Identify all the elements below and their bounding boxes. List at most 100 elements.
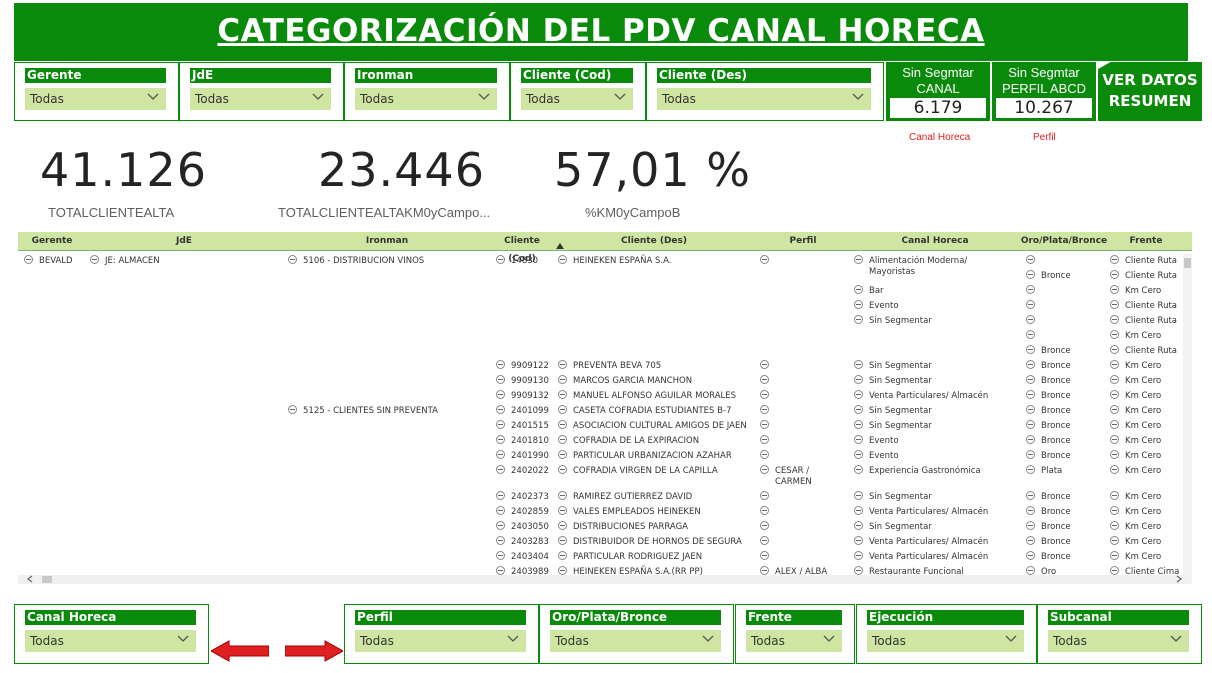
collapse-icon[interactable] bbox=[760, 450, 769, 459]
cell-perfil[interactable] bbox=[760, 506, 775, 518]
cell-ironman[interactable]: 5106 - DISTRIBUCION VINOS bbox=[288, 255, 424, 267]
cell-frente[interactable]: Km Cero bbox=[1110, 521, 1161, 533]
cell-canal-horeca[interactable]: Sin Segmentar bbox=[854, 360, 932, 372]
cell-oro-plata-bronce[interactable] bbox=[1026, 285, 1041, 297]
cell-cliente-des[interactable]: PREVENTA BEVA 705 bbox=[558, 360, 661, 372]
collapse-icon[interactable] bbox=[558, 566, 567, 575]
collapse-icon[interactable] bbox=[558, 551, 567, 560]
cell-oro-plata-bronce[interactable]: Bronce bbox=[1026, 405, 1071, 417]
collapse-icon[interactable] bbox=[760, 506, 769, 515]
collapse-icon[interactable] bbox=[854, 551, 863, 560]
slicer-dropdown[interactable]: Todas bbox=[867, 630, 1024, 652]
collapse-icon[interactable] bbox=[854, 255, 863, 264]
collapse-icon[interactable] bbox=[854, 465, 863, 474]
scroll-left-icon[interactable] bbox=[26, 575, 34, 583]
collapse-icon[interactable] bbox=[1026, 390, 1035, 399]
cell-canal-horeca[interactable]: Sin Segmentar bbox=[854, 491, 932, 503]
cell-oro-plata-bronce[interactable]: Bronce bbox=[1026, 450, 1071, 462]
cell-cliente-des[interactable]: MANUEL ALFONSO AGUILAR MORALES bbox=[558, 390, 736, 402]
cell-oro-plata-bronce[interactable]: Bronce bbox=[1026, 551, 1071, 563]
collapse-icon[interactable] bbox=[1110, 330, 1119, 339]
cell-oro-plata-bronce[interactable]: Bronce bbox=[1026, 270, 1071, 282]
collapse-icon[interactable] bbox=[496, 465, 505, 474]
collapse-icon[interactable] bbox=[558, 465, 567, 474]
cell-perfil[interactable] bbox=[760, 255, 775, 267]
collapse-icon[interactable] bbox=[496, 360, 505, 369]
cell-oro-plata-bronce[interactable] bbox=[1026, 330, 1041, 342]
cell-frente[interactable]: Cliente Ruta bbox=[1110, 315, 1177, 327]
cell-perfil[interactable] bbox=[760, 536, 775, 548]
collapse-icon[interactable] bbox=[854, 405, 863, 414]
cell-oro-plata-bronce[interactable]: Bronce bbox=[1026, 345, 1071, 357]
collapse-icon[interactable] bbox=[496, 435, 505, 444]
col-header-ironman[interactable]: Ironman bbox=[282, 232, 492, 250]
col-header-cliente-cod[interactable]: Cliente (Cod) bbox=[492, 232, 552, 264]
cell-canal-horeca[interactable]: Sin Segmentar bbox=[854, 521, 932, 533]
cell-perfil[interactable] bbox=[760, 420, 775, 432]
collapse-icon[interactable] bbox=[24, 255, 33, 264]
cell-cliente-des[interactable]: RAMIREZ GUTIERREZ DAVID bbox=[558, 491, 692, 503]
collapse-icon[interactable] bbox=[496, 450, 505, 459]
collapse-icon[interactable] bbox=[1110, 390, 1119, 399]
cell-oro-plata-bronce[interactable]: Bronce bbox=[1026, 491, 1071, 503]
collapse-icon[interactable] bbox=[496, 506, 505, 515]
cell-frente[interactable]: Cliente Ruta bbox=[1110, 300, 1177, 312]
slicer-dropdown[interactable]: Todas bbox=[657, 88, 871, 110]
slicer-dropdown[interactable]: Todas bbox=[355, 630, 526, 652]
vertical-scrollbar[interactable] bbox=[1183, 254, 1192, 584]
collapse-icon[interactable] bbox=[760, 255, 769, 264]
cell-cliente-cod[interactable]: 2402373 bbox=[496, 491, 549, 503]
cell-cliente-cod[interactable]: 9909130 bbox=[496, 375, 549, 387]
cell-cliente-cod[interactable]: 2402859 bbox=[496, 506, 549, 518]
cell-frente[interactable]: Km Cero bbox=[1110, 551, 1161, 563]
cell-cliente-des[interactable]: PARTICULAR RODRIGUEZ JAEN bbox=[558, 551, 702, 563]
collapse-icon[interactable] bbox=[854, 360, 863, 369]
collapse-icon[interactable] bbox=[1026, 300, 1035, 309]
collapse-icon[interactable] bbox=[1026, 435, 1035, 444]
cell-cliente-des[interactable]: DISTRIBUCIONES PARRAGA bbox=[558, 521, 688, 533]
collapse-icon[interactable] bbox=[854, 536, 863, 545]
collapse-icon[interactable] bbox=[1110, 375, 1119, 384]
collapse-icon[interactable] bbox=[496, 420, 505, 429]
cell-cliente-des[interactable]: HEINEKEN ESPAÑA S.A. bbox=[558, 255, 672, 267]
cell-canal-horeca[interactable]: Alimentación Moderna/Mayoristas bbox=[854, 255, 967, 278]
slicer-dropdown[interactable]: Todas bbox=[190, 88, 331, 110]
collapse-icon[interactable] bbox=[1110, 255, 1119, 264]
cell-perfil[interactable] bbox=[760, 390, 775, 402]
collapse-icon[interactable] bbox=[1026, 255, 1035, 264]
slicer-jde[interactable]: JdE Todas bbox=[179, 62, 344, 121]
collapse-icon[interactable] bbox=[1110, 521, 1119, 530]
cell-frente[interactable]: Cliente Ruta bbox=[1110, 270, 1177, 282]
cell-canal-horeca[interactable]: Evento bbox=[854, 450, 899, 462]
cell-oro-plata-bronce[interactable] bbox=[1026, 255, 1041, 267]
collapse-icon[interactable] bbox=[1110, 566, 1119, 575]
collapse-icon[interactable] bbox=[1026, 551, 1035, 560]
cell-cliente-cod[interactable]: 2403283 bbox=[496, 536, 549, 548]
collapse-icon[interactable] bbox=[1026, 465, 1035, 474]
cell-cliente-des[interactable]: ASOCIACION CULTURAL AMIGOS DE JAEN bbox=[558, 420, 747, 432]
collapse-icon[interactable] bbox=[1026, 375, 1035, 384]
cell-oro-plata-bronce[interactable] bbox=[1026, 315, 1041, 327]
collapse-icon[interactable] bbox=[760, 390, 769, 399]
collapse-icon[interactable] bbox=[90, 255, 99, 264]
collapse-icon[interactable] bbox=[496, 405, 505, 414]
collapse-icon[interactable] bbox=[1026, 405, 1035, 414]
cell-cliente-cod[interactable]: 2403050 bbox=[496, 521, 549, 533]
collapse-icon[interactable] bbox=[558, 390, 567, 399]
collapse-icon[interactable] bbox=[854, 521, 863, 530]
cell-frente[interactable]: Km Cero bbox=[1110, 285, 1161, 297]
cell-cliente-cod[interactable]: 9909122 bbox=[496, 360, 549, 372]
collapse-icon[interactable] bbox=[558, 536, 567, 545]
cell-cliente-cod[interactable]: 9909132 bbox=[496, 390, 549, 402]
cell-frente[interactable]: Km Cero bbox=[1110, 405, 1161, 417]
collapse-icon[interactable] bbox=[496, 375, 505, 384]
collapse-icon[interactable] bbox=[760, 360, 769, 369]
cell-perfil[interactable] bbox=[760, 521, 775, 533]
horizontal-scrollbar[interactable] bbox=[18, 575, 1188, 584]
matrix-table[interactable]: Gerente JdE Ironman Cliente (Cod) Client… bbox=[18, 232, 1192, 584]
collapse-icon[interactable] bbox=[854, 506, 863, 515]
cell-gerente[interactable]: BEVALD bbox=[24, 255, 73, 267]
cell-cliente-cod[interactable]: 2403404 bbox=[496, 551, 549, 563]
collapse-icon[interactable] bbox=[496, 390, 505, 399]
col-header-oro-plata-bronce[interactable]: Oro/Plata/Bronce bbox=[1020, 232, 1108, 250]
